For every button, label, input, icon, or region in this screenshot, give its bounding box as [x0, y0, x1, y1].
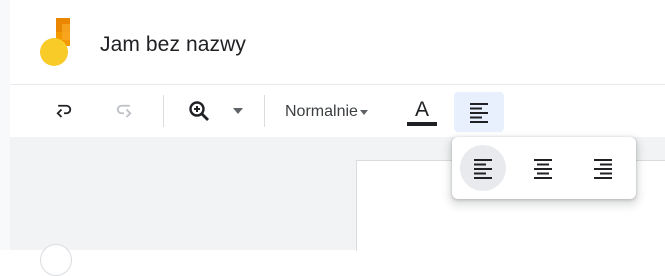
zoom-in-icon	[189, 101, 209, 121]
align-right-icon	[594, 159, 612, 179]
text-color-letter: A	[414, 97, 429, 121]
undo-icon	[56, 104, 72, 118]
redo-icon	[116, 104, 132, 118]
toolbar-separator	[264, 95, 265, 127]
chevron-down-icon	[233, 108, 243, 114]
alignment-menu	[452, 137, 636, 199]
text-color-swatch	[407, 121, 437, 126]
frame-nav-button[interactable]	[40, 244, 72, 276]
undo-button[interactable]	[48, 97, 80, 127]
align-left-option[interactable]	[460, 145, 506, 191]
zoom-button[interactable]	[182, 95, 216, 127]
text-color-button[interactable]: A	[402, 95, 442, 129]
toolbar: Normalnie A	[10, 85, 665, 137]
align-center-option[interactable]	[520, 145, 566, 191]
align-left-icon	[470, 103, 488, 123]
align-left-icon	[474, 159, 492, 179]
text-style-value: Normalnie	[285, 103, 358, 120]
toolbar-separator	[163, 95, 164, 127]
left-edge-strip	[0, 0, 10, 250]
jamboard-logo[interactable]	[40, 18, 80, 68]
align-button[interactable]	[454, 92, 504, 132]
app-header: Jam bez nazwy	[10, 0, 665, 84]
text-style-select[interactable]: Normalnie	[285, 98, 368, 126]
chevron-down-icon	[359, 109, 368, 115]
zoom-dropdown-button[interactable]	[228, 99, 248, 123]
document-title[interactable]: Jam bez nazwy	[100, 33, 246, 57]
redo-button[interactable]	[108, 97, 140, 127]
align-center-icon	[534, 159, 552, 179]
align-right-option[interactable]	[580, 145, 626, 191]
